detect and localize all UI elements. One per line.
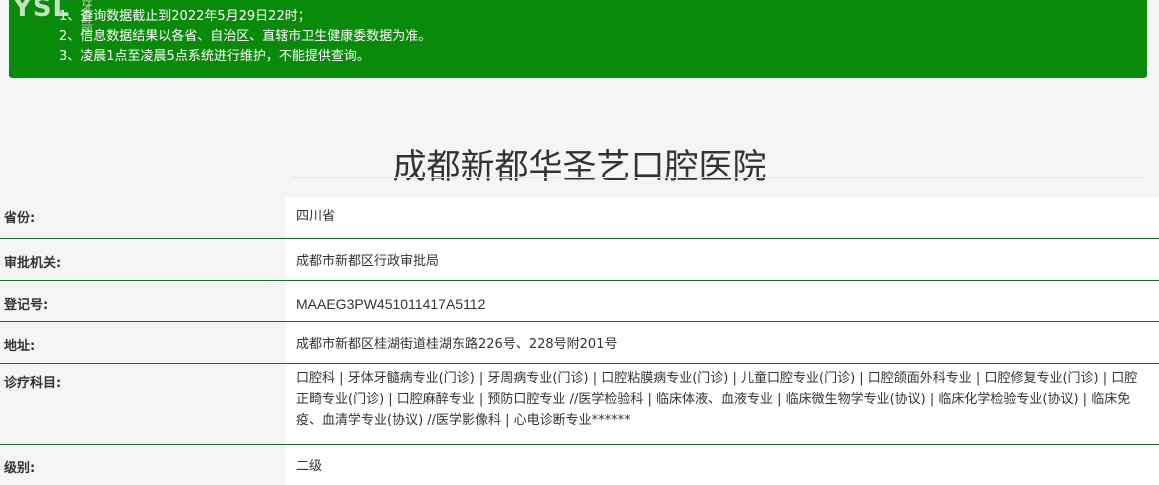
row-label: 审批机关: <box>0 239 286 280</box>
table-row-province: 省份: 四川省 <box>0 197 1159 239</box>
table-row-departments: 诊疗科目: 口腔科 | 牙体牙髓病专业(门诊) | 牙周病专业(门诊) | 口腔… <box>0 364 1159 445</box>
notice-line-3: 3、凌晨1点至凌晨5点系统进行维护，不能提供查询。 <box>59 49 370 64</box>
page-title: 成都新都华圣艺口腔医院 <box>392 146 767 187</box>
table-row-registration: 登记号: MAAEG3PW451011417A5112 <box>0 281 1159 322</box>
row-label: 地址: <box>0 322 286 363</box>
notice-line-1: 1、查询数据截止到2022年5月29日22时； <box>59 9 311 24</box>
table-row-address: 地址: 成都市新都区桂湖街道桂湖东路226号、228号附201号 <box>0 322 1159 364</box>
notice-line-2: 2、信息数据结果以各省、自治区、直辖市卫生健康委数据为准。 <box>59 29 432 44</box>
row-value: 口腔科 | 牙体牙髓病专业(门诊) | 牙周病专业(门诊) | 口腔粘膜病专业(… <box>286 364 1159 444</box>
row-value: 成都市新都区桂湖街道桂湖东路226号、228号附201号 <box>286 322 1159 363</box>
table-row-level: 级别: 二级 <box>0 445 1159 485</box>
row-value: 成都市新都区行政审批局 <box>286 239 1159 280</box>
row-value: 四川省 <box>286 197 1159 238</box>
notice-banner: YSL 牙舒丽 1、查询数据截止到2022年5月29日22时； 2、信息数据结果… <box>9 0 1147 78</box>
row-value: 二级 <box>286 445 1159 485</box>
row-value: MAAEG3PW451011417A5112 <box>286 281 1159 321</box>
hospital-info-table: 省份: 四川省 审批机关: 成都市新都区行政审批局 登记号: MAAEG3PW4… <box>0 197 1159 485</box>
row-label: 级别: <box>0 445 286 485</box>
row-label: 登记号: <box>0 281 286 321</box>
row-label: 省份: <box>0 197 286 238</box>
row-label: 诊疗科目: <box>0 364 286 444</box>
title-divider <box>292 177 1147 178</box>
table-row-authority: 审批机关: 成都市新都区行政审批局 <box>0 239 1159 281</box>
